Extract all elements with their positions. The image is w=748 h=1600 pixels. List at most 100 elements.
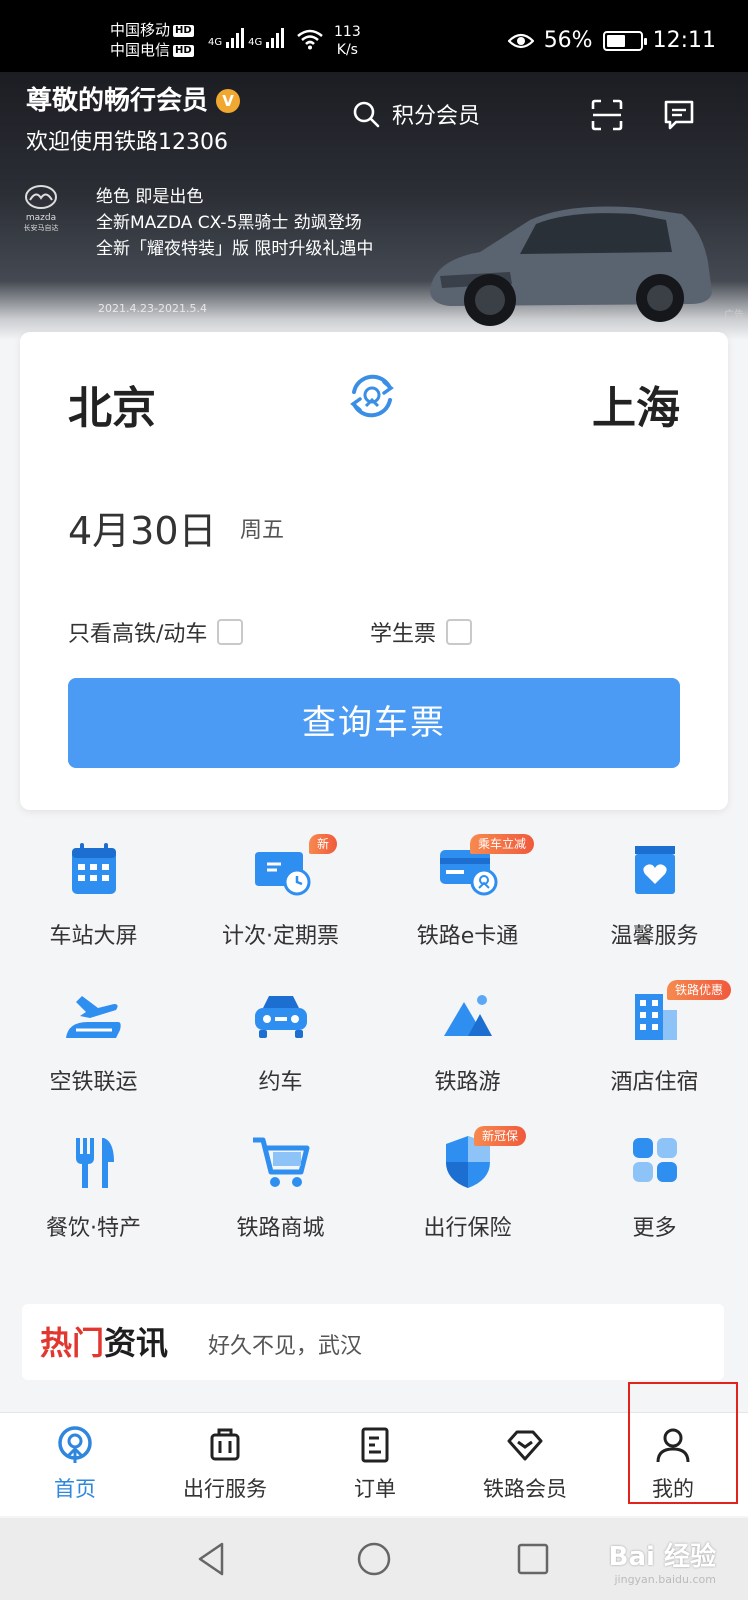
to-city[interactable]: 上海 bbox=[592, 372, 680, 436]
tab-label: 出行服务 bbox=[183, 1477, 267, 1501]
battery-percent: 56% bbox=[543, 28, 593, 53]
ticket-search-card: 北京 上海 4月30日 周五 只看高铁/动车 学生票 查询车票 bbox=[20, 332, 728, 810]
clock: 12:11 bbox=[652, 28, 716, 53]
swap-stations-icon[interactable] bbox=[346, 370, 398, 422]
highspeed-only-checkbox[interactable] bbox=[217, 619, 244, 645]
net-speed-value: 113 bbox=[334, 24, 361, 40]
service-insurance[interactable]: 新冠保 出行保险 bbox=[374, 1126, 561, 1242]
member-title-text: 尊敬的畅行会员 bbox=[26, 86, 209, 116]
highlight-annotation bbox=[628, 1382, 738, 1504]
ad-line-1: 绝色 即是出色 bbox=[96, 187, 204, 207]
ad-line-3: 全新「耀夜特装」版 限时升级礼遇中 bbox=[96, 239, 374, 259]
highspeed-only-label: 只看高铁/动车 bbox=[68, 622, 208, 647]
points-member-search[interactable]: 积分会员 bbox=[352, 98, 480, 130]
member-title[interactable]: 尊敬的畅行会员 V bbox=[26, 80, 241, 117]
battery-icon bbox=[602, 30, 647, 51]
service-hotel[interactable]: 铁路优惠 酒店住宿 bbox=[561, 980, 748, 1096]
highspeed-only-option[interactable]: 只看高铁/动车 bbox=[68, 616, 244, 648]
net-speed: 113 K/s bbox=[334, 23, 361, 59]
vip-badge-icon: V bbox=[216, 89, 241, 113]
tab-label: 铁路会员 bbox=[483, 1477, 567, 1501]
student-ticket-checkbox[interactable] bbox=[446, 619, 473, 645]
message-icon[interactable] bbox=[662, 98, 696, 132]
home-logo-icon bbox=[58, 1426, 92, 1463]
grid-icon bbox=[632, 1138, 677, 1182]
net-type-2: 4G bbox=[248, 37, 263, 48]
calendar-icon bbox=[71, 843, 116, 894]
watermark-text: Bai 经验 bbox=[608, 1542, 716, 1572]
service-label: 出行保险 bbox=[423, 1216, 512, 1241]
mountain-icon bbox=[443, 995, 492, 1036]
signal-icon: 4G 4G bbox=[208, 26, 285, 48]
query-tickets-button[interactable]: 查询车票 bbox=[68, 678, 680, 768]
ad-date: 2021.4.23-2021.5.4 bbox=[98, 302, 207, 315]
mazda-logo-icon bbox=[25, 185, 57, 209]
ticket-clock-icon bbox=[254, 852, 310, 896]
wifi-icon bbox=[297, 29, 323, 50]
hot-news-title-hot: 热门 bbox=[40, 1324, 105, 1362]
net-type-1: 4G bbox=[208, 37, 223, 48]
service-station-screen[interactable]: 车站大屏 bbox=[0, 840, 187, 950]
tab-home[interactable]: 首页 bbox=[0, 1425, 150, 1503]
cart-icon bbox=[252, 1137, 309, 1187]
scan-icon[interactable] bbox=[590, 98, 624, 132]
service-label: 约车 bbox=[258, 1070, 303, 1095]
weekday: 周五 bbox=[240, 518, 285, 543]
tab-rail-member[interactable]: 铁路会员 bbox=[450, 1425, 600, 1503]
ad-tag: 广告 bbox=[724, 310, 744, 321]
plane-train-icon bbox=[65, 996, 121, 1038]
ad-banner[interactable]: 尊敬的畅行会员 V 欢迎使用铁路12306 积分会员 mazda 长安马自达 绝色… bbox=[0, 72, 748, 340]
watermark-url: jingyan.baidu.com bbox=[614, 1573, 716, 1586]
hd-badge: HD bbox=[173, 44, 194, 57]
ad-brand: mazda bbox=[25, 213, 57, 223]
tab-label: 首页 bbox=[54, 1477, 96, 1501]
service-e-card[interactable]: 乘车立减 铁路e卡通 bbox=[374, 834, 561, 950]
car-icon bbox=[254, 996, 307, 1038]
search-icon bbox=[353, 101, 380, 128]
carrier-1: 中国移动 bbox=[110, 21, 171, 39]
carrier-2: 中国电信 bbox=[110, 41, 171, 59]
hd-badge: HD bbox=[173, 24, 194, 37]
service-air-rail[interactable]: 空铁联运 bbox=[0, 986, 187, 1096]
ad-brand-sub: 长安马自达 bbox=[23, 224, 59, 232]
heart-bag-icon bbox=[634, 846, 675, 894]
fork-knife-icon bbox=[75, 1138, 114, 1188]
service-more[interactable]: 更多 bbox=[561, 1132, 748, 1242]
hot-news-title: 热门资讯 bbox=[40, 1318, 168, 1364]
service-label: 计次·定期票 bbox=[222, 924, 339, 949]
status-right: 56% 12:11 bbox=[507, 28, 716, 53]
tab-label: 订单 bbox=[354, 1477, 396, 1501]
service-warm-service[interactable]: 温馨服务 bbox=[561, 840, 748, 950]
hot-news-bar[interactable]: 热门资讯 好久不见，武汉 bbox=[22, 1304, 724, 1380]
new-badge: 新 bbox=[309, 834, 338, 854]
home-icon[interactable] bbox=[355, 1540, 393, 1578]
tab-orders[interactable]: 订单 bbox=[300, 1425, 450, 1503]
travel-date[interactable]: 4月30日 bbox=[68, 500, 217, 555]
system-nav-bar: Bai 经验 jingyan.baidu.com bbox=[0, 1518, 748, 1600]
service-label: 餐饮·特产 bbox=[46, 1216, 141, 1241]
tab-travel-services[interactable]: 出行服务 bbox=[150, 1425, 300, 1503]
recents-icon[interactable] bbox=[514, 1540, 552, 1578]
carrier-info: 中国移动 HD 中国电信 HD bbox=[110, 20, 194, 60]
student-ticket-option[interactable]: 学生票 bbox=[370, 616, 473, 648]
baidu-watermark: Bai 经验 jingyan.baidu.com bbox=[609, 1536, 716, 1586]
search-label: 积分会员 bbox=[392, 104, 481, 129]
service-label: 车站大屏 bbox=[49, 924, 138, 949]
service-label: 酒店住宿 bbox=[610, 1070, 699, 1095]
news-headline[interactable]: 好久不见，武汉 bbox=[208, 1328, 362, 1360]
ad-copy: 绝色 即是出色 全新MAZDA CX-5黑骑士 劲飒登场 全新「耀夜特装」版 限… bbox=[96, 184, 373, 262]
service-periodic-ticket[interactable]: 新 计次·定期票 bbox=[187, 834, 374, 950]
service-label: 更多 bbox=[632, 1216, 677, 1241]
service-label: 铁路商城 bbox=[236, 1216, 325, 1241]
diamond-icon bbox=[507, 1430, 543, 1461]
service-rail-mall[interactable]: 铁路商城 bbox=[187, 1132, 374, 1242]
discount-badge: 乘车立减 bbox=[470, 834, 535, 854]
from-city[interactable]: 北京 bbox=[68, 372, 156, 436]
service-rail-tour[interactable]: 铁路游 bbox=[374, 986, 561, 1096]
welcome-text: 欢迎使用铁路12306 bbox=[26, 130, 228, 155]
net-speed-unit: K/s bbox=[336, 42, 358, 58]
back-icon[interactable] bbox=[194, 1540, 232, 1578]
service-catering[interactable]: 餐饮·特产 bbox=[0, 1132, 187, 1242]
service-car-hailing[interactable]: 约车 bbox=[187, 986, 374, 1096]
student-ticket-label: 学生票 bbox=[370, 622, 437, 647]
